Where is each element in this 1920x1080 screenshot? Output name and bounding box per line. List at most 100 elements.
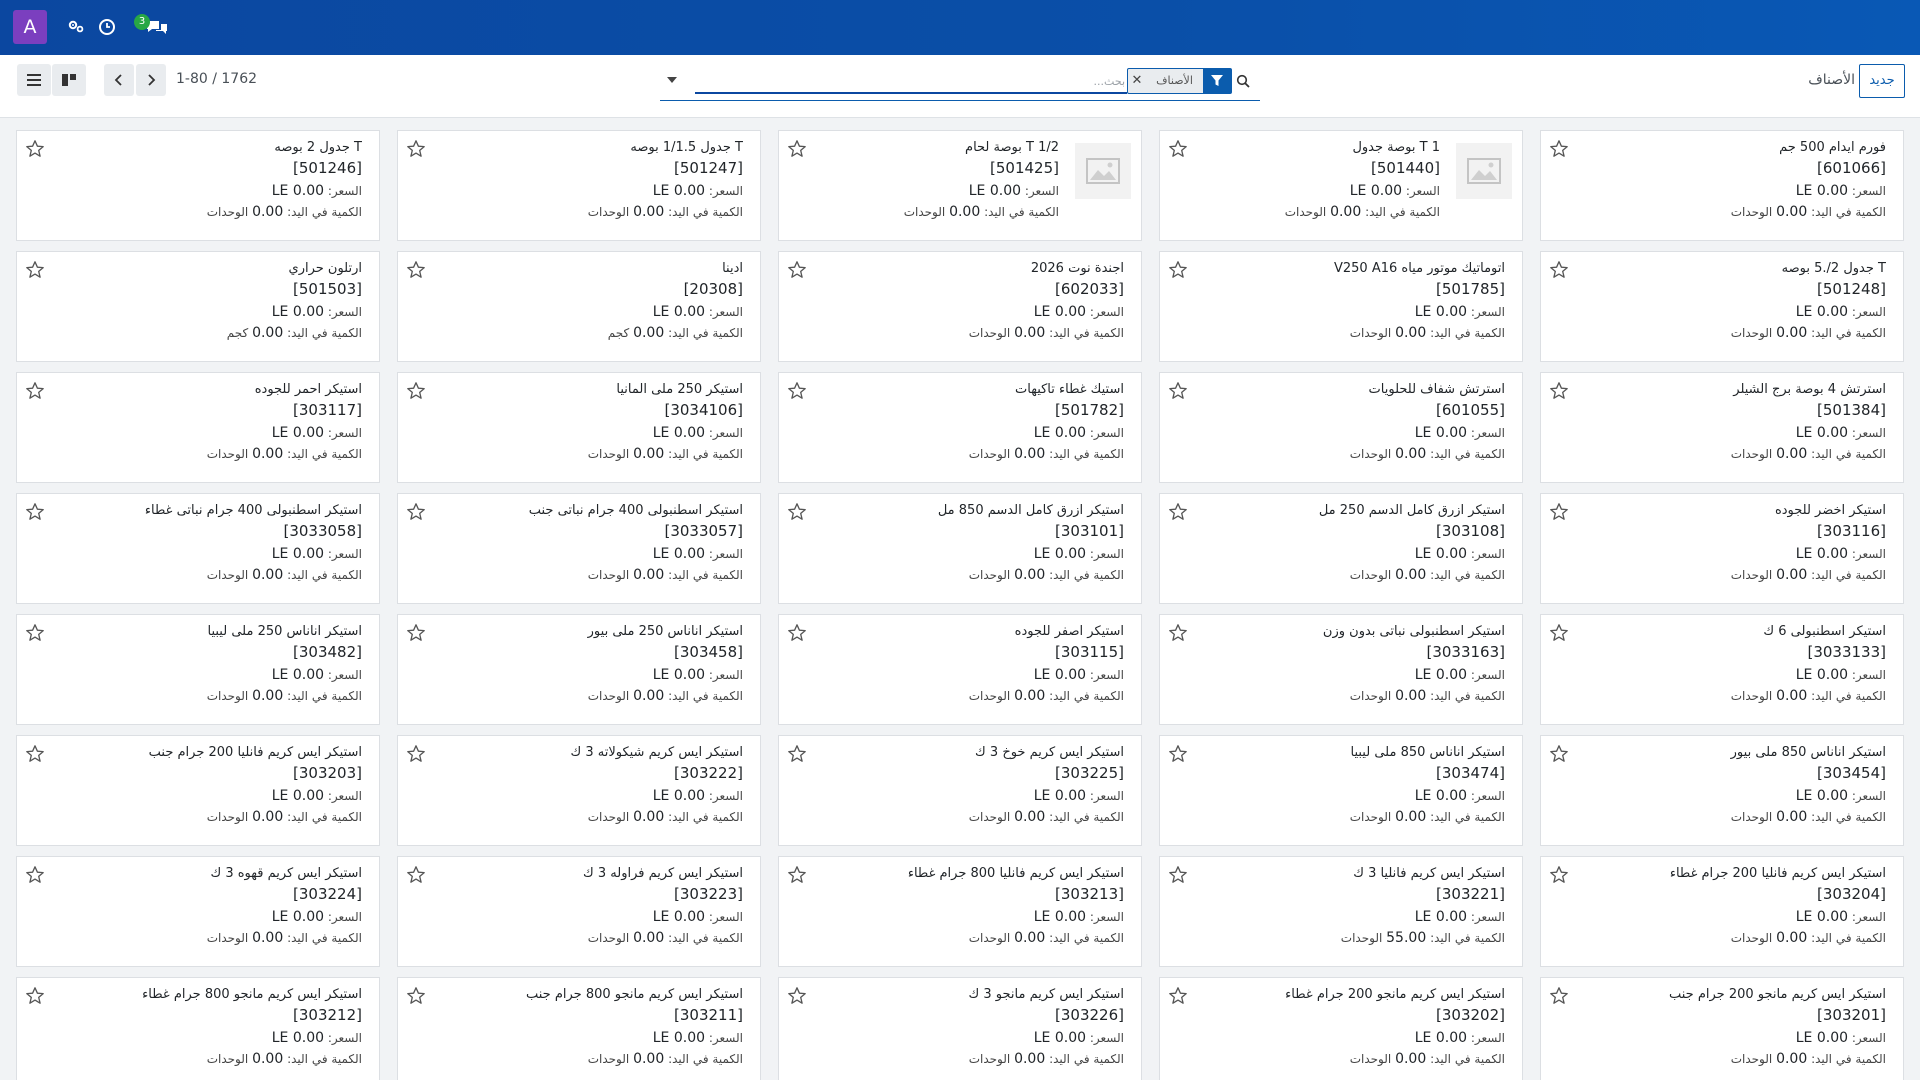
qty-unit: الوحدات [206,568,249,582]
price-value: 0.00 LE [1414,546,1468,562]
product-card[interactable]: T 1/2 بوصة لحام [501425] السعر: 0.00 LE … [778,130,1142,241]
product-card[interactable]: استيكر اناناس 250 ملى بيور [303458] السع… [397,614,761,725]
qty-unit: الوحدات [1730,931,1773,945]
price-value: 0.00 LE [271,909,325,925]
price-label: السعر: [1851,184,1886,198]
price-value: 0.00 LE [652,425,706,441]
pager-value[interactable]: 1-80 / 1762 [176,71,257,87]
product-card[interactable]: استيكر اسطنبولى 6 ك [3033133] السعر: 0.0… [1540,614,1904,725]
product-card[interactable]: ارتلون حراري [501503] السعر: 0.00 LE الك… [16,251,380,362]
product-card-body: استيكر ايس كريم فانليا 200 جرام جنب [303… [29,743,379,827]
product-card[interactable]: استيكر اناناس 850 ملى ليبيا [303474] الس… [1159,735,1523,846]
product-card[interactable]: استيكر ايس كريم مانجو 200 جرام غطاء [303… [1159,977,1523,1080]
product-card[interactable]: ادينا [20308] السعر: 0.00 LE الكمية في ا… [397,251,761,362]
company-avatar[interactable]: A [13,10,47,44]
clock-icon[interactable] [94,14,120,40]
price-value: 0.00 LE [1795,425,1849,441]
qty-value: 0.00 [252,930,284,946]
product-qty: الكمية في اليد: 0.00 الوحدات [410,444,743,464]
product-card-body: اتوماتيك موتور مياه V250 A16 [501785] ال… [1172,259,1522,343]
pager-next-button[interactable] [136,64,166,96]
chevron-down-icon[interactable] [664,72,680,88]
product-card[interactable]: استيكر ايس كريم شيكولاته 3 ك [303222] ال… [397,735,761,846]
product-card[interactable]: فورم ايدام 500 جم [601066] السعر: 0.00 L… [1540,130,1904,241]
product-code: [303474] [1436,764,1505,782]
product-card[interactable]: استيكر اسطنبولى 400 جرام نباتى جنب [3033… [397,493,761,604]
new-button[interactable]: جديد [1859,64,1905,98]
product-qty: الكمية في اليد: 0.00 الوحدات [1172,1049,1505,1069]
product-card[interactable]: استيكر ازرق كامل الدسم 850 مل [303101] ا… [778,493,1142,604]
qty-value: 0.00 [252,204,284,220]
product-card[interactable]: استيكر ايس كريم مانجو 800 جرام جنب [3032… [397,977,761,1080]
qty-value: 0.00 [1776,1051,1808,1067]
product-name: استيكر 250 ملى المانيا [616,382,743,397]
product-card[interactable]: استيكر ازرق كامل الدسم 250 مل [303108] ا… [1159,493,1523,604]
qty-value: 0.00 [1776,567,1808,583]
list-view-icon[interactable] [17,64,51,96]
product-card[interactable]: استيكر ايس كريم فانليا 200 جرام غطاء [30… [1540,856,1904,967]
close-icon[interactable]: ✕ [1128,69,1146,93]
product-card[interactable]: T جدول 2 بوصه [501246] السعر: 0.00 LE ال… [16,130,380,241]
product-card[interactable]: استيك غطاء تاكيهات [501782] السعر: 0.00 … [778,372,1142,483]
product-qty: الكمية في اليد: 0.00 الوحدات [410,807,743,827]
product-card[interactable]: استيكر اسطنبولى نباتى بدون وزن [3033163]… [1159,614,1523,725]
product-price: السعر: 0.00 LE [1553,1027,1886,1049]
product-card[interactable]: استيكر اناناس 250 ملى ليبيا [303482] الس… [16,614,380,725]
price-label: السعر: [708,668,743,682]
price-value: 0.00 LE [652,909,706,925]
product-card[interactable]: استيكر احمر للجوده [303117] السعر: 0.00 … [16,372,380,483]
product-card[interactable]: استيكر 250 ملى المانيا [3034106] السعر: … [397,372,761,483]
price-value: 0.00 LE [1414,667,1468,683]
product-card[interactable]: استيكر ايس كريم فراوله 3 ك [303223] السع… [397,856,761,967]
price-value: 0.00 LE [652,667,706,683]
product-card[interactable]: استيكر ايس كريم خوخ 3 ك [303225] السعر: … [778,735,1142,846]
price-value: 0.00 LE [1414,1030,1468,1046]
qty-value: 0.00 [1014,809,1046,825]
product-card[interactable]: استرتش 4 بوصة برج الشيلر [501384] السعر:… [1540,372,1904,483]
qty-value: 0.00 [1776,930,1808,946]
product-card[interactable]: اجندة نوت 2026 [602033] السعر: 0.00 LE ا… [778,251,1142,362]
price-value: 0.00 LE [1795,667,1849,683]
price-value: 0.00 LE [968,183,1022,199]
product-card[interactable]: استيكر ايس كريم فانليا 3 ك [303221] السع… [1159,856,1523,967]
qty-unit: الوحدات [968,568,1011,582]
product-card-body: استيكر ايس كريم فانليا 200 جرام غطاء [30… [1553,864,1903,948]
product-name: استيكر ايس كريم فانليا 800 جرام غطاء [907,866,1124,881]
price-label: السعر: [327,789,362,803]
pager-previous-button[interactable] [104,64,134,96]
product-card[interactable]: استيكر اصفر للجوده [303115] السعر: 0.00 … [778,614,1142,725]
product-card[interactable]: استيكر ايس كريم فانليا 800 جرام غطاء [30… [778,856,1142,967]
product-card[interactable]: T جدول 1/1.5 بوصه [501247] السعر: 0.00 L… [397,130,761,241]
qty-label: الكمية في اليد: [1811,568,1886,582]
qty-unit: الوحدات [968,810,1011,824]
product-card[interactable]: استيكر اسطنبولى 400 جرام نباتى غطاء [303… [16,493,380,604]
price-value: 0.00 LE [652,304,706,320]
product-code: [501785] [1436,280,1505,298]
product-card[interactable]: T 1 بوصة جدول [501440] السعر: 0.00 LE ال… [1159,130,1523,241]
search-input[interactable] [695,70,1127,94]
product-card[interactable]: استيكر اخضر للجوده [303116] السعر: 0.00 … [1540,493,1904,604]
product-card[interactable]: استيكر ايس كريم مانجو 800 جرام غطاء [303… [16,977,380,1080]
product-card[interactable]: استيكر ايس كريم فانليا 200 جرام جنب [303… [16,735,380,846]
product-card[interactable]: استيكر ايس كريم مانجو 200 جرام جنب [3032… [1540,977,1904,1080]
product-card[interactable]: T جدول 2/.5 بوصه [501248] السعر: 0.00 LE… [1540,251,1904,362]
qty-label: الكمية في اليد: [287,931,362,945]
product-card-body: استيكر ايس كريم خوخ 3 ك [303225] السعر: … [791,743,1141,827]
product-price: السعر: 0.00 LE [410,664,743,686]
product-name: فورم ايدام 500 جم [1779,140,1886,155]
product-card[interactable]: استرتش شفاف للحلويات [601055] السعر: 0.0… [1159,372,1523,483]
price-value: 0.00 LE [1414,909,1468,925]
product-card[interactable]: استيكر ايس كريم مانجو 3 ك [303226] السعر… [778,977,1142,1080]
product-card[interactable]: استيكر ايس كريم قهوه 3 ك [303224] السعر:… [16,856,380,967]
product-code: [303226] [1055,1006,1124,1024]
product-card[interactable]: اتوماتيك موتور مياه V250 A16 [501785] ال… [1159,251,1523,362]
product-price: السعر: 0.00 LE [1553,301,1886,323]
search-icon[interactable] [1232,70,1254,92]
product-card[interactable]: استيكر اناناس 850 ملى بيور [303454] السع… [1540,735,1904,846]
product-qty: الكمية في اليد: 0.00 الوحدات [791,323,1124,343]
qty-label: الكمية في اليد: [668,568,743,582]
cogs-icon[interactable] [63,14,89,40]
product-name: استيكر اسطنبولى 400 جرام نباتى جنب [528,503,743,518]
product-price: السعر: 0.00 LE [410,180,743,202]
kanban-view-icon[interactable] [52,64,86,96]
